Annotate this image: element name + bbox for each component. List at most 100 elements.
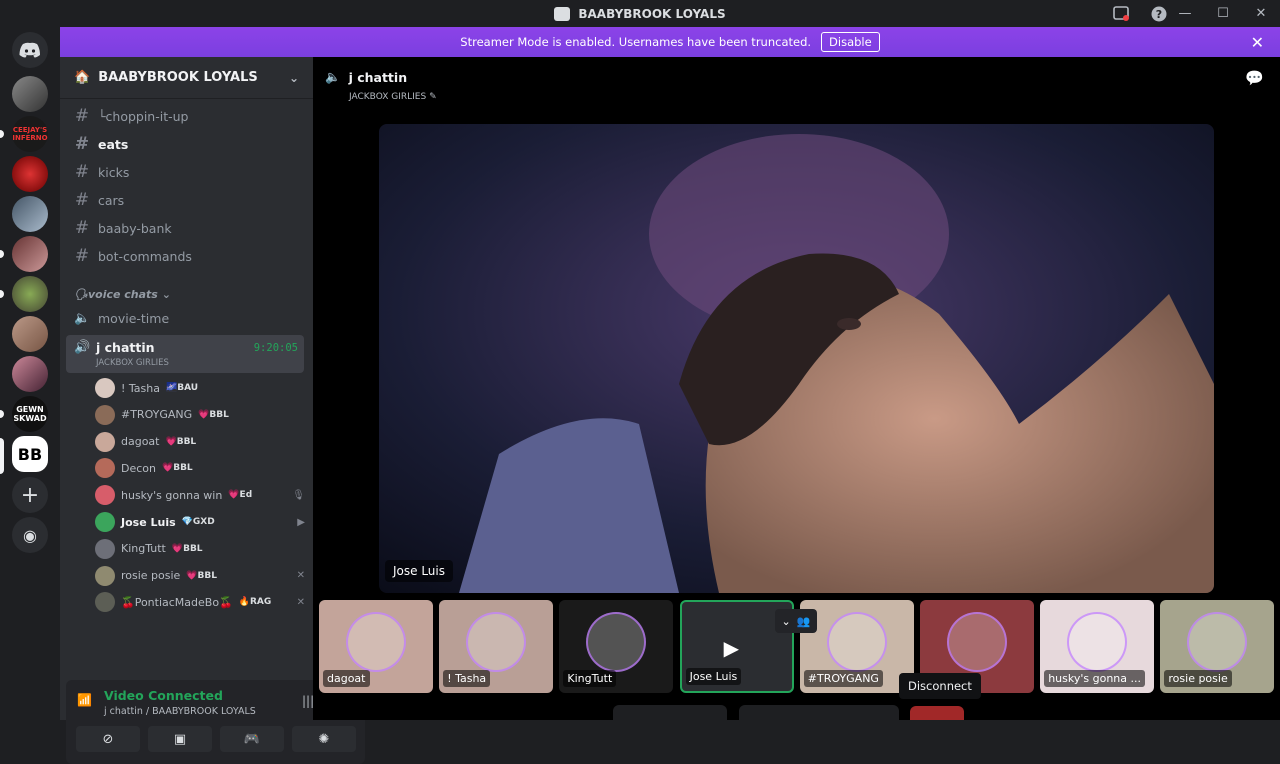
audio-control[interactable] (613, 705, 727, 720)
video-control[interactable] (739, 705, 899, 720)
server-icon[interactable] (12, 236, 48, 272)
call-timer: 9:20:05 (253, 342, 298, 354)
member-name: Jose Luis (121, 515, 176, 529)
server-header[interactable]: 🏠 BAABYBROOK LOYALS ⌄ (60, 57, 313, 99)
server-rail: CEEJAY'S INFERNO GEWN SKWAD BB + ◉ (0, 27, 60, 720)
voice-status[interactable]: JACKBOX GIRLIES ✎ (349, 92, 437, 102)
member-tag: 💗BBL (171, 543, 203, 554)
disable-button[interactable]: Disable (821, 32, 880, 52)
participant-tile[interactable]: ! Tasha (439, 600, 554, 693)
direct-messages-icon[interactable] (12, 32, 48, 68)
server-icon[interactable] (12, 276, 48, 312)
member-tag: 🌌BAU (166, 383, 199, 393)
server-name: BAABYBROOK LOYALS (98, 70, 258, 85)
add-server-icon[interactable]: + (12, 477, 48, 513)
participant-name: husky's gonna ... (1044, 670, 1145, 687)
voice-member[interactable]: rosie posie 💗BBL ✕ (95, 565, 305, 587)
minimize-icon[interactable]: — (1166, 6, 1204, 21)
streamer-mode-banner: Streamer Mode is enabled. Usernames have… (60, 27, 1280, 57)
hash-icon: # (74, 190, 90, 210)
voice-member[interactable]: Jose Luis 💎GXD ▶ (95, 511, 305, 533)
server-icon[interactable] (12, 356, 48, 392)
avatar (95, 458, 115, 479)
chevron-down-icon: ⌄ (288, 70, 299, 85)
edit-icon: ✎ (429, 92, 437, 102)
server-icon[interactable] (12, 196, 48, 232)
avatar (586, 612, 647, 672)
voice-category[interactable]: 🗣voice chats ⌄ (74, 288, 171, 301)
avatar (95, 565, 115, 586)
voice-member[interactable]: dagoat 💗BBL (95, 431, 305, 453)
channel-sidebar: 🏠 BAABYBROOK LOYALS ⌄ # └choppin-it-up # e… (60, 57, 365, 764)
channel-status: JACKBOX GIRLIES (96, 358, 169, 368)
participant-tile[interactable]: KingTutt (559, 600, 674, 693)
voice-member[interactable]: Decon 💗BBL (95, 457, 305, 479)
channel-cars[interactable]: # cars (68, 187, 305, 213)
voice-member[interactable]: #TROYGANG 💗BBL (95, 404, 305, 426)
voice-member[interactable]: KingTutt 💗BBL (95, 538, 305, 560)
connection-location[interactable]: j chattin / BAABYBROOK LOYALS (104, 706, 256, 717)
participant-name: dagoat (323, 670, 370, 687)
disconnect-button[interactable] (910, 706, 964, 720)
voice-channel-movie-time[interactable]: 🔈 movie-time (68, 305, 305, 331)
member-tag: 💗BBL (186, 570, 218, 581)
hash-icon: # (74, 162, 90, 182)
hash-icon: # (74, 246, 90, 266)
server-icon[interactable] (12, 76, 48, 112)
camera-off-button[interactable]: ⊘ (76, 726, 140, 752)
voice-header: 🔈 j chattin (325, 69, 407, 85)
speaker-icon: 🔈 (325, 69, 341, 84)
server-icon[interactable]: GEWN SKWAD (12, 396, 48, 432)
avatar (95, 404, 115, 425)
main-video-stream[interactable] (379, 124, 1214, 593)
maximize-icon[interactable]: ☐ (1204, 6, 1242, 21)
member-name: rosie posie (121, 569, 181, 583)
channel-choppin-it-up[interactable]: # └choppin-it-up (68, 103, 305, 129)
channel-label: kicks (98, 164, 130, 180)
channel-eats[interactable]: # eats (68, 131, 305, 157)
participant-name: ! Tasha (443, 670, 491, 687)
participant-name: #TROYGANG (803, 670, 883, 687)
channel-kicks[interactable]: # kicks (68, 159, 305, 185)
inbox-icon[interactable] (1112, 5, 1130, 23)
server-icon[interactable] (12, 316, 48, 352)
explore-icon[interactable]: ◉ (12, 517, 48, 553)
server-icon[interactable] (12, 156, 48, 192)
participant-name: KingTutt (563, 670, 617, 687)
participants-toggle[interactable]: ⌄ 👥 (775, 609, 817, 633)
screen-share-button[interactable]: ▣ (148, 726, 212, 752)
voice-member[interactable]: 🍒PontiacMadeBo🍒 🔥RAG ✕ (95, 591, 305, 613)
voice-member[interactable]: ! Tasha 🌌BAU (95, 377, 305, 399)
channel-label: movie-time (98, 310, 170, 326)
member-tag: 💗BBL (165, 436, 197, 447)
channel-label: baaby-bank (98, 220, 172, 236)
hash-icon: # (74, 106, 90, 126)
voice-channel-j-chattin[interactable]: 🔊 j chattin JACKBOX GIRLIES 9:20:05 (66, 335, 304, 373)
status-icon: ✕ (296, 570, 305, 582)
close-window-icon[interactable]: ✕ (1242, 6, 1280, 21)
status-icon: 🎙 (292, 489, 305, 501)
member-tag: 💗BBL (162, 463, 193, 474)
disconnect-tooltip: Disconnect (899, 673, 981, 699)
svg-text:?: ? (1156, 8, 1162, 21)
participant-tile[interactable]: husky's gonna ... (1040, 600, 1155, 693)
voice-channel-title: j chattin (348, 69, 408, 85)
chat-icon[interactable]: 💬 (1245, 69, 1264, 87)
member-name: Decon (121, 461, 156, 475)
soundboard-button[interactable]: ✺ (292, 726, 356, 752)
avatar (95, 538, 115, 559)
avatar (346, 612, 406, 672)
participant-tile[interactable]: rosie posie (1160, 600, 1275, 693)
connection-status[interactable]: Video Connected (104, 688, 223, 703)
close-icon[interactable]: ✕ (1251, 33, 1264, 52)
people-icon: 👥 (796, 614, 811, 628)
channel-label: cars (98, 192, 125, 208)
active-server-icon[interactable]: BB (12, 436, 48, 472)
activities-button[interactable]: 🎮 (220, 726, 284, 752)
participant-tile[interactable]: dagoat (319, 600, 433, 693)
channel-baaby-bank[interactable]: # baaby-bank (68, 215, 305, 241)
server-icon[interactable]: CEEJAY'S INFERNO (12, 116, 48, 152)
voice-member[interactable]: husky's gonna win 💗Ed 🎙 (95, 484, 305, 506)
channel-label: bot-commands (98, 248, 192, 264)
channel-bot-commands[interactable]: # bot-commands (68, 243, 305, 269)
